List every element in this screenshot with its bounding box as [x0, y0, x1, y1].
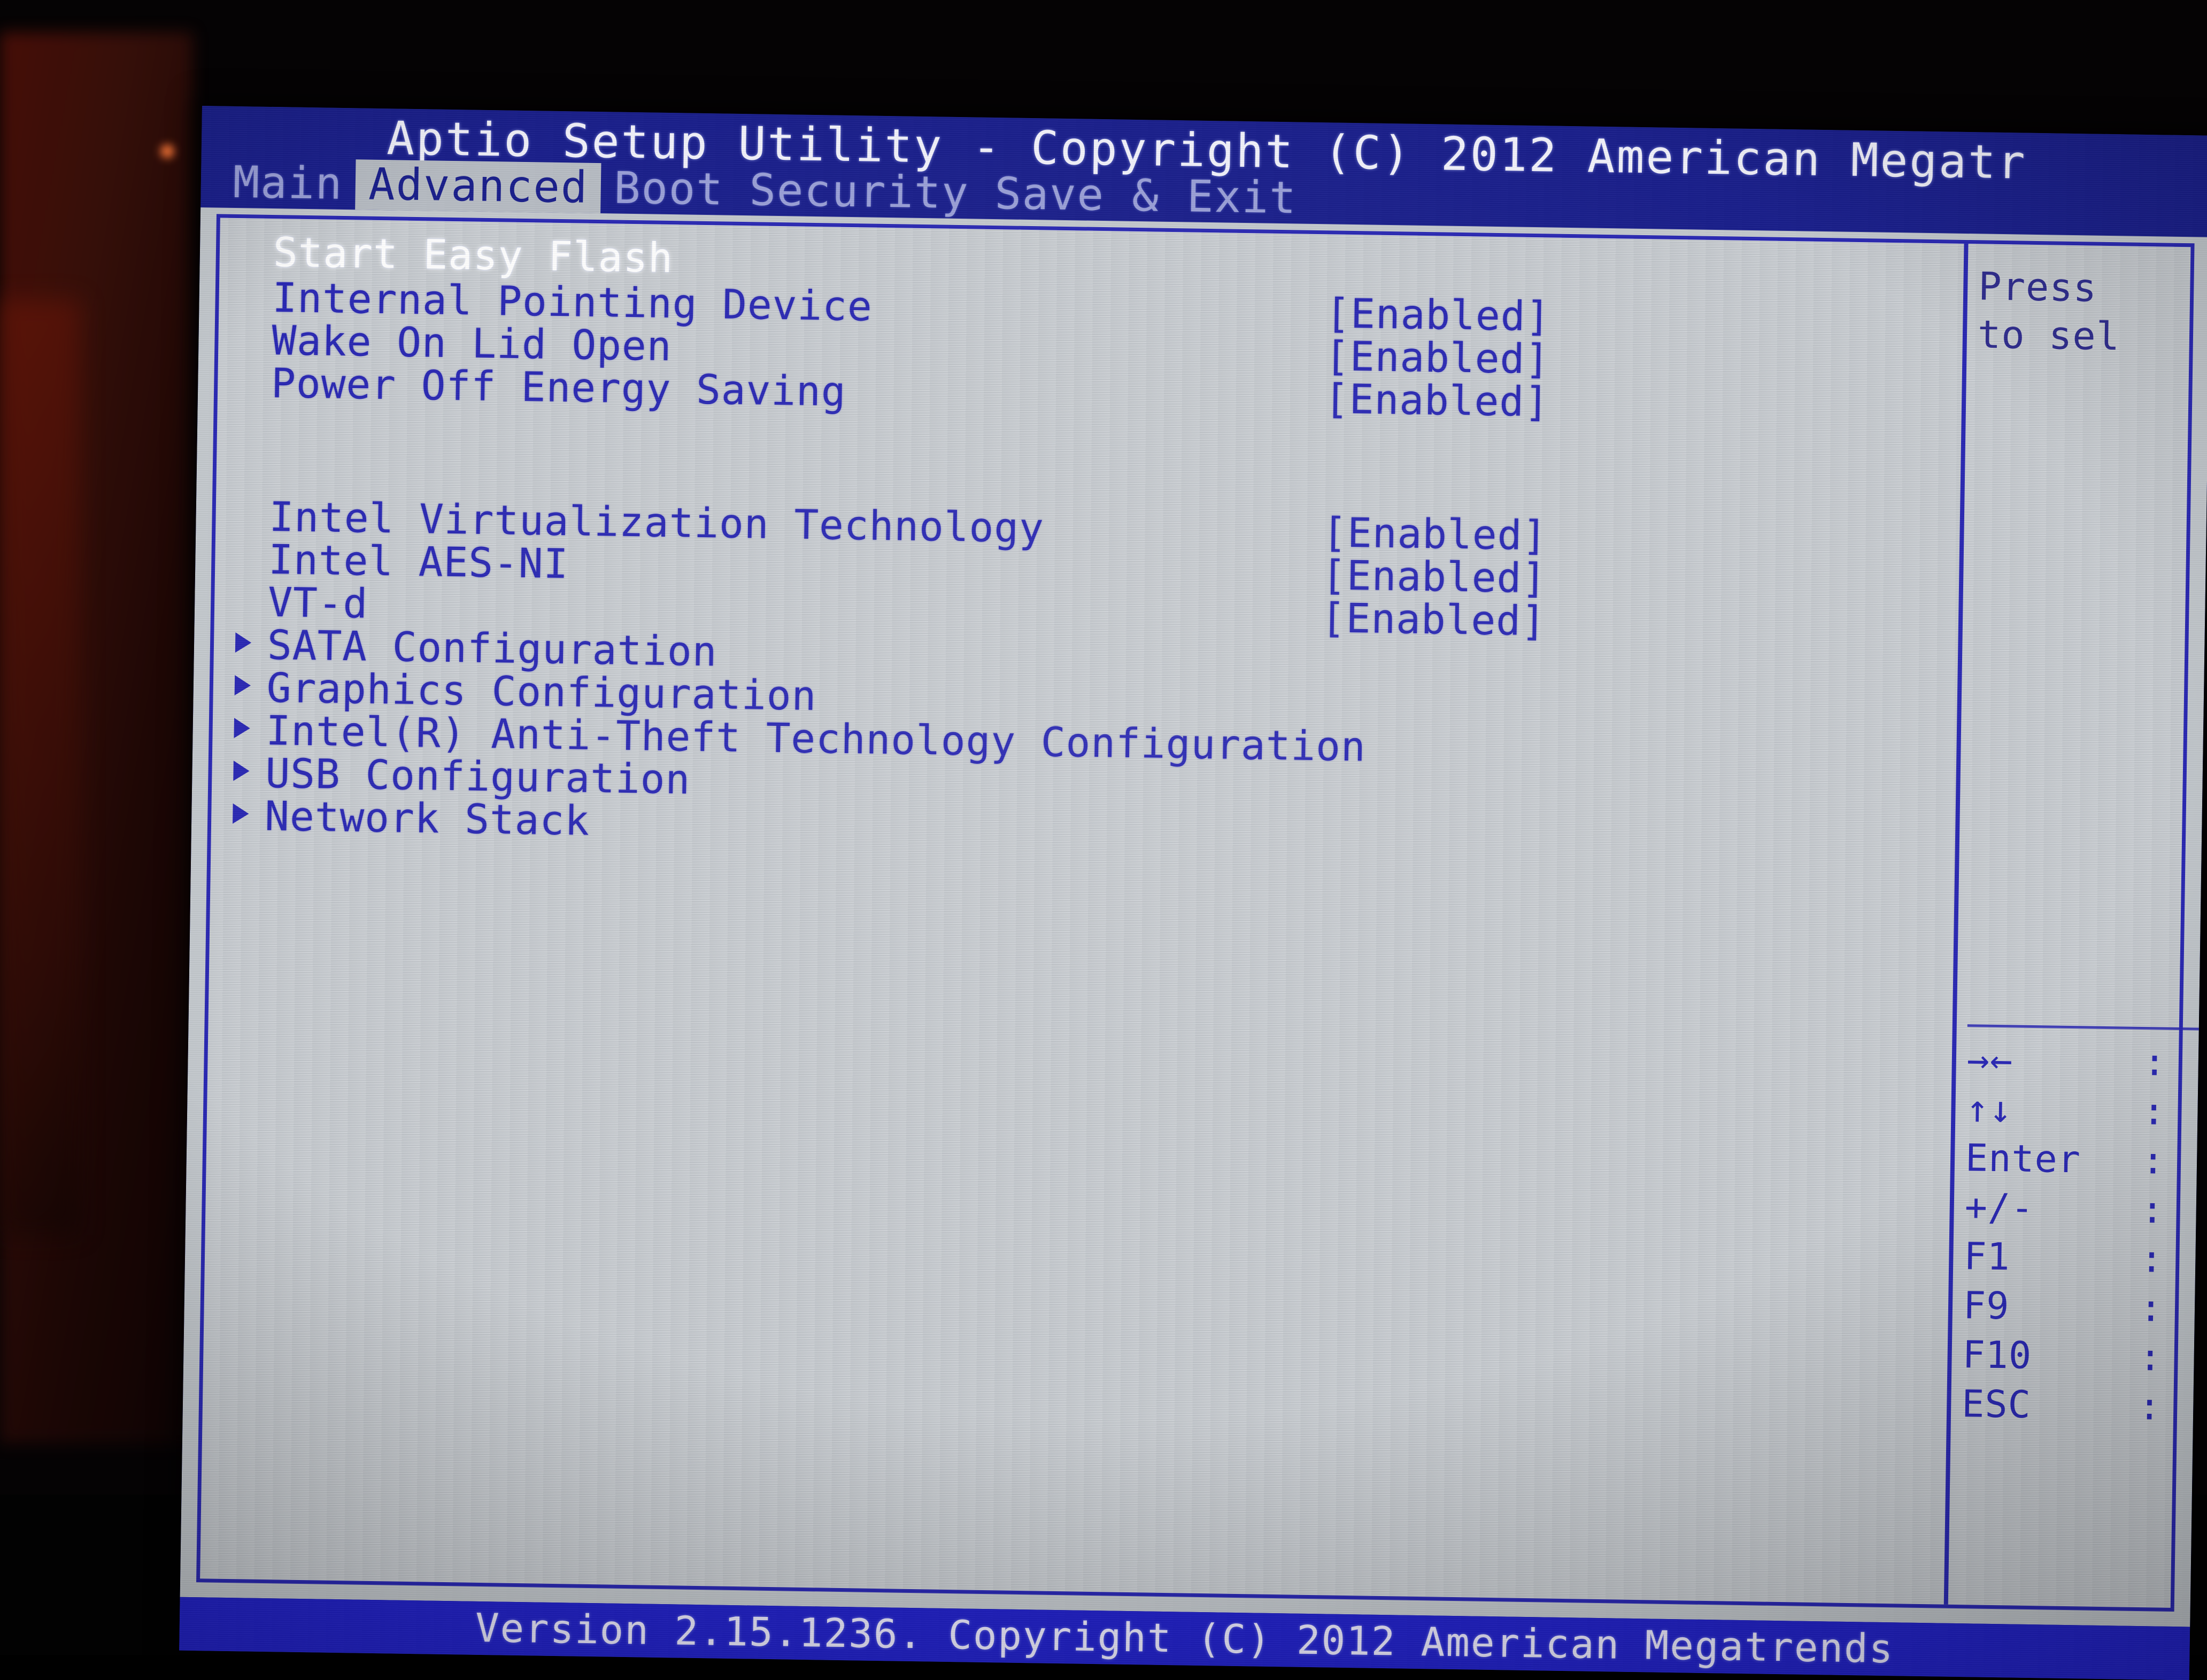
key-legend-row: ESC:	[1962, 1379, 2207, 1432]
key-legend-key: +/-	[1964, 1182, 2034, 1233]
key-legend-colon: :	[2141, 1136, 2165, 1186]
background-object-secondary	[0, 299, 80, 1235]
key-legend-row: F1:	[1964, 1232, 2207, 1284]
key-legend-colon: :	[2140, 1234, 2164, 1284]
key-legend-row: F10:	[1962, 1330, 2207, 1383]
key-legend-colon: :	[2138, 1382, 2162, 1431]
key-legend-row: ↑↓:	[1966, 1084, 2207, 1137]
setting-label: Network Stack	[265, 793, 590, 844]
setting-label: VT-d	[268, 579, 368, 627]
key-legend-key: F1	[1964, 1232, 2011, 1281]
setting-value[interactable]: [Enabled]	[1321, 595, 1546, 644]
key-legend-key: ↑↓	[1966, 1084, 2013, 1134]
setting-label: Start Easy Flash	[273, 229, 673, 281]
setting-value[interactable]: [Enabled]	[1324, 376, 1549, 425]
key-legend-row: F9:	[1963, 1281, 2207, 1334]
settings-list[interactable]: Start Easy FlashInternal Pointing Device…	[200, 218, 1960, 1605]
key-legend-key: →←	[1966, 1035, 2013, 1085]
key-legend-colon: :	[2143, 1038, 2166, 1087]
bios-screen: Aptio Setup Utility - Copyright (C) 2012…	[179, 106, 2207, 1680]
chevron-right-icon	[233, 803, 249, 824]
bios-body-panel: Start Easy FlashInternal Pointing Device…	[180, 207, 2207, 1627]
tab-main[interactable]: Main	[220, 158, 356, 210]
photo-backdrop: Aptio Setup Utility - Copyright (C) 2012…	[0, 0, 2207, 1655]
key-legend-colon: :	[2141, 1185, 2164, 1235]
key-legend-key: ESC	[1962, 1379, 2032, 1429]
chevron-right-icon	[233, 761, 250, 781]
key-legend: →←:↑↓:Enter:+/-:F1:F9:F10:ESC:	[1962, 1035, 2207, 1432]
tab-save-exit[interactable]: Save & Exit	[982, 169, 1310, 224]
tab-security[interactable]: Security	[736, 165, 982, 219]
key-legend-colon: :	[2142, 1087, 2166, 1136]
key-legend-row: Enter:	[1965, 1133, 2207, 1186]
tab-boot[interactable]: Boot	[601, 163, 737, 215]
key-legend-colon: :	[2139, 1333, 2162, 1382]
key-legend-row: +/-:	[1964, 1182, 2207, 1235]
tab-advanced[interactable]: Advanced	[356, 159, 601, 213]
key-legend-key: F9	[1963, 1281, 2010, 1330]
key-legend-separator	[1967, 1024, 2207, 1031]
key-legend-colon: :	[2139, 1283, 2163, 1333]
key-legend-key: Enter	[1965, 1133, 2081, 1184]
chevron-right-icon	[234, 718, 250, 738]
bios-body-frame: Start Easy FlashInternal Pointing Device…	[196, 214, 2195, 1612]
chevron-right-icon	[235, 632, 252, 653]
help-line: Press	[1978, 262, 2207, 314]
help-line: to sel	[1977, 310, 2207, 362]
key-legend-row: →←:	[1966, 1035, 2207, 1088]
help-text-panel: Pressto sel	[1977, 262, 2207, 362]
background-light-speck	[160, 144, 174, 158]
chevron-right-icon	[235, 675, 251, 695]
setting-label: Power Off Energy Saving	[271, 360, 847, 415]
key-legend-key: F10	[1962, 1330, 2032, 1380]
